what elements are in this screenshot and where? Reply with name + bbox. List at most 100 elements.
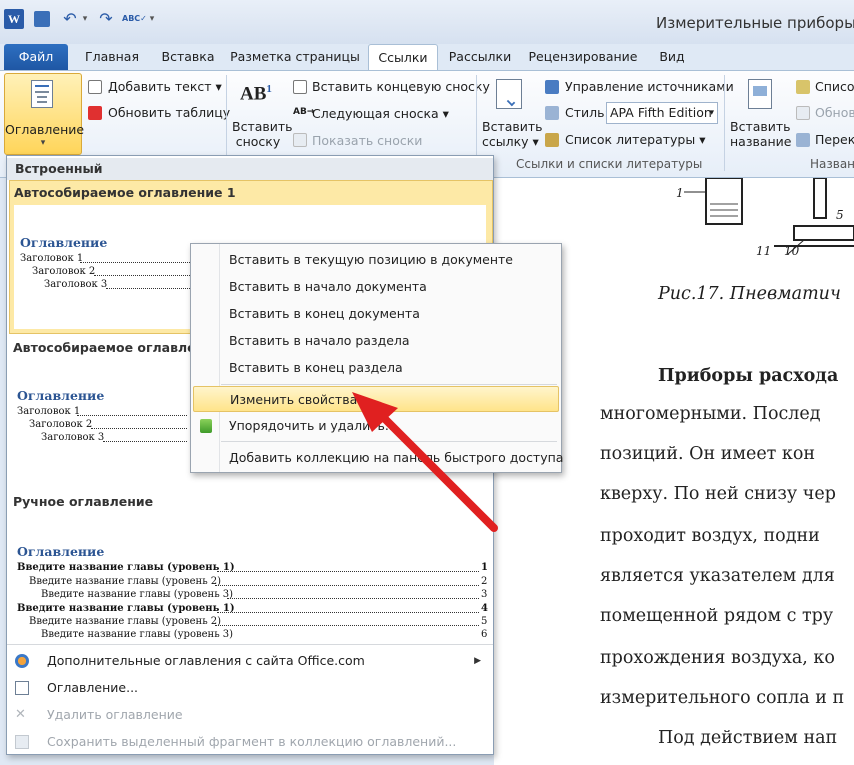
leader-dots: [91, 421, 187, 429]
page-number: 4: [481, 603, 488, 614]
word-app-icon[interactable]: W: [4, 9, 24, 29]
redo-icon[interactable]: ↷: [96, 9, 116, 29]
manual-entry: Введите название главы (уровень 3): [41, 589, 234, 600]
page-number: 6: [481, 629, 488, 639]
preview-entry: Заголовок 3: [44, 279, 108, 290]
auto-toc-1-title: Автособираемое оглавление 1: [14, 185, 236, 200]
group-label-captions: Назван: [810, 157, 854, 171]
manage-sources-icon: [545, 80, 559, 94]
footnote-icon: AB1: [240, 83, 272, 105]
add-to-quick-access-item[interactable]: Добавить коллекцию на панель быстрого до…: [191, 445, 563, 471]
insert-caption-icon: [748, 79, 772, 109]
toc-small-icon: [15, 681, 29, 695]
menu-separator: [221, 441, 557, 442]
tab-page-layout[interactable]: Разметка страницы: [228, 44, 362, 70]
manual-entry: Введите название главы (уровень 3): [41, 629, 234, 639]
style-icon: [545, 106, 559, 120]
show-notes-icon: [293, 133, 307, 147]
tab-review[interactable]: Рецензирование: [524, 44, 642, 70]
paragraph-line: многомерными. Послед: [600, 404, 821, 424]
context-menu: Вставить в текущую позицию в документе В…: [190, 243, 563, 473]
insert-caption-button[interactable]: Вставить название: [730, 119, 792, 149]
leader-dots: [217, 564, 479, 572]
menu-separator: [221, 384, 557, 385]
group-divider: [724, 75, 725, 171]
divider: [7, 644, 493, 645]
update-figures-button[interactable]: Обнов: [815, 105, 854, 120]
paragraph-line: помещенной рядом с тру: [600, 606, 834, 626]
toc-icon: [31, 80, 53, 108]
toc-dropdown-icon: ▾: [40, 138, 46, 148]
manual-entry: Введите название главы (уровень 2): [29, 576, 222, 587]
save-icon[interactable]: [34, 11, 50, 27]
insert-at-doc-start-item[interactable]: Вставить в начало документа: [191, 274, 561, 300]
preview-entry: Заголовок 1: [20, 253, 84, 264]
save-selection-item[interactable]: Сохранить выделенный фрагмент в коллекци…: [7, 729, 493, 755]
page-number: 5: [481, 616, 488, 627]
preview-heading: Оглавление: [17, 544, 105, 559]
paragraph-line: измерительного сопла и п: [600, 688, 845, 708]
insert-endnote-button[interactable]: Вставить концевую сноску: [312, 79, 490, 94]
page-number: 3: [481, 589, 488, 600]
paragraph-line: кверху. По ней снизу чер: [600, 484, 836, 504]
leader-dots: [215, 578, 479, 586]
update-table-button[interactable]: Обновить таблицу: [108, 105, 230, 120]
leader-dots: [94, 268, 190, 276]
tab-file[interactable]: Файл: [4, 44, 68, 70]
remove-toc-item[interactable]: ✕ Удалить оглавление: [7, 702, 493, 728]
insert-citation-button[interactable]: Вставить ссылку ▾: [482, 119, 543, 149]
leader-dots: [106, 281, 190, 289]
manage-sources-button[interactable]: Управление источниками: [565, 79, 734, 94]
tab-references[interactable]: Ссылки: [368, 44, 438, 71]
organize-delete-item[interactable]: Упорядочить и удалить...: [191, 413, 561, 439]
tab-mailings[interactable]: Рассылки: [442, 44, 518, 70]
table-of-figures-icon: [796, 80, 810, 94]
page-number: 2: [481, 576, 488, 587]
manual-entry: Введите название главы (уровень 1): [17, 603, 235, 614]
insert-endnote-icon: [293, 80, 307, 94]
paragraph-line: Под действием нап: [658, 728, 838, 748]
undo-dropdown-icon[interactable]: ▾: [80, 9, 90, 29]
table-of-figures-button[interactable]: Список: [815, 79, 854, 94]
insert-at-section-start-item[interactable]: Вставить в начало раздела: [191, 328, 561, 354]
tab-insert[interactable]: Вставка: [154, 44, 222, 70]
save-selection-icon: [15, 735, 29, 749]
bibliography-icon: [545, 133, 559, 147]
toc-dialog-item[interactable]: Оглавление...: [7, 675, 493, 701]
style-label: Стиль:: [565, 105, 609, 120]
edit-properties-item[interactable]: Изменить свойства...: [193, 386, 559, 412]
insert-citation-icon: [496, 79, 522, 109]
toc-button[interactable]: Оглавление ▾: [4, 73, 85, 155]
manual-toc-item[interactable]: Ручное оглавление Оглавление Введите наз…: [9, 488, 493, 640]
window-title: Измерительные приборы [F: [656, 14, 854, 32]
submenu-arrow-icon: ▶: [474, 656, 481, 666]
add-text-button[interactable]: Добавить текст ▾: [108, 79, 222, 94]
toc-button-label: Оглавление: [5, 122, 85, 137]
cross-reference-button[interactable]: Перек: [815, 132, 854, 147]
tab-view[interactable]: Вид: [648, 44, 696, 70]
spelling-icon[interactable]: ABC✓: [122, 9, 147, 29]
insert-at-doc-end-item[interactable]: Вставить в конец документа: [191, 301, 561, 327]
title-bar: W ↶ ▾ ↷ ABC✓ ▾ Измерительные приборы [F: [0, 0, 854, 44]
insert-at-section-end-item[interactable]: Вставить в конец раздела: [191, 355, 561, 381]
paragraph-line: позиций. Он имеет кон: [600, 444, 816, 464]
preview-entry: Заголовок 2: [32, 266, 96, 277]
style-select[interactable]: APA Fifth Edition ▾: [606, 102, 718, 124]
insert-footnote-button[interactable]: Вставить сноску: [232, 119, 293, 149]
figure-label: 11: [756, 244, 772, 258]
leader-dots: [215, 618, 479, 626]
bibliography-button[interactable]: Список литературы ▾: [565, 132, 705, 147]
next-footnote-button[interactable]: Следующая сноска ▾: [312, 106, 449, 121]
undo-icon[interactable]: ↶: [60, 9, 80, 29]
show-notes-button[interactable]: Показать сноски: [312, 133, 422, 148]
leader-dots: [103, 434, 187, 442]
paragraph-line: Приборы расхода: [658, 366, 839, 386]
tab-home[interactable]: Главная: [76, 44, 148, 70]
paragraph-line: прохождения воздуха, ко: [600, 648, 835, 668]
remove-toc-icon: ✕: [15, 707, 26, 722]
customize-toolbar-icon[interactable]: ▾: [146, 9, 158, 29]
section-builtin-header: Встроенный: [7, 158, 493, 180]
office-online-icon: [15, 654, 29, 668]
more-toc-online-item[interactable]: Дополнительные оглавления с сайта Office…: [7, 648, 493, 674]
insert-at-cursor-item[interactable]: Вставить в текущую позицию в документе: [191, 247, 561, 273]
